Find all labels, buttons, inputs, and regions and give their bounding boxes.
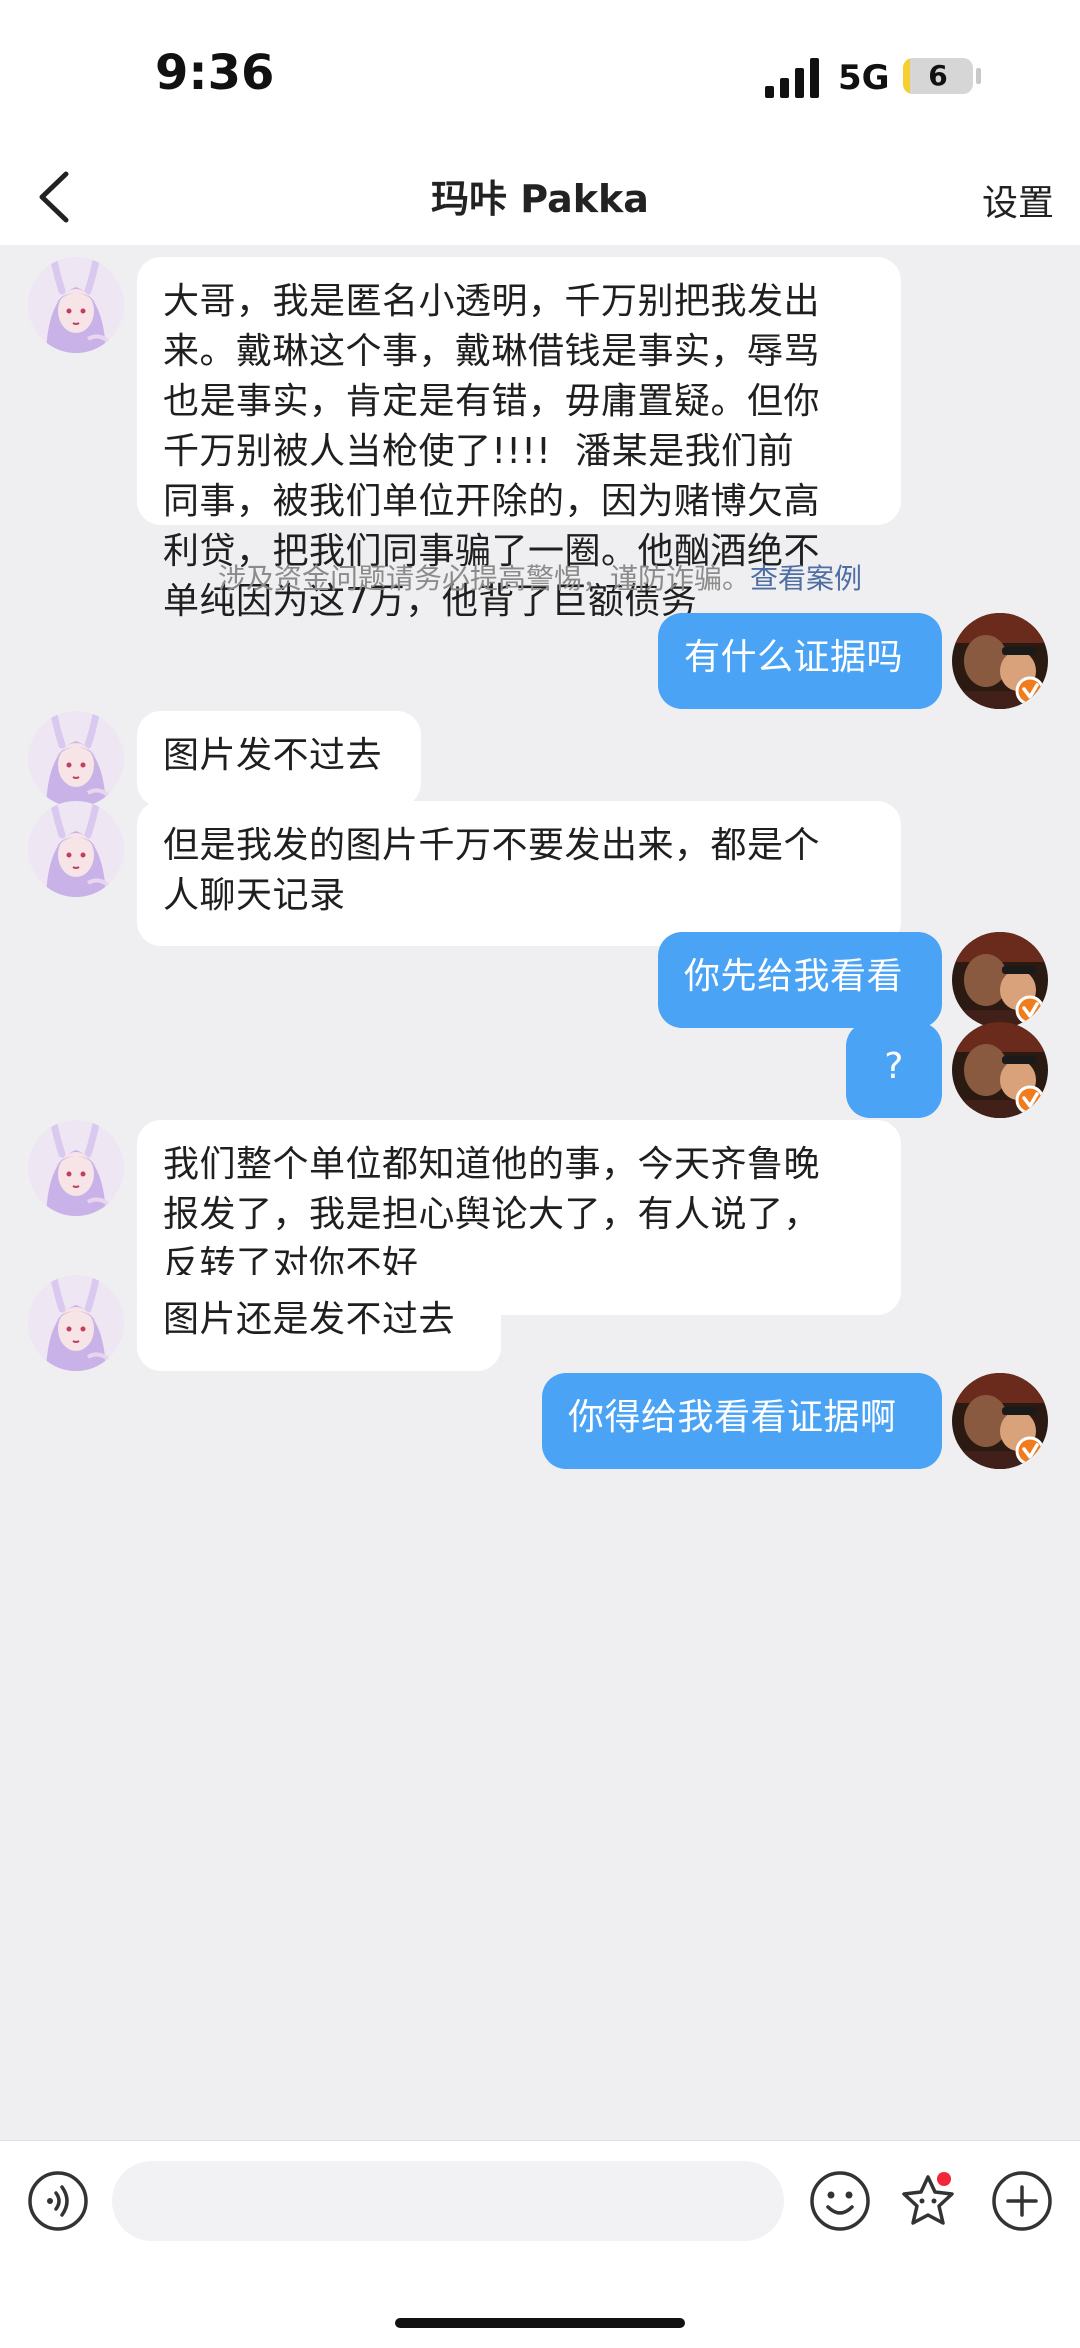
message-bubble[interactable]: 但是我发的图片千万不要发出来，都是个 人聊天记录: [137, 801, 901, 946]
fraud-warning-notice: 涉及资金问题请务必提高警惕，谨防诈骗。查看案例: [0, 557, 1080, 597]
emoji-icon[interactable]: [808, 2169, 872, 2233]
message-bubble[interactable]: ?: [846, 1022, 942, 1118]
status-bar: 9:36 5G 6: [0, 0, 1080, 150]
plus-icon[interactable]: [990, 2169, 1054, 2233]
message-bubble[interactable]: 图片还是发不过去: [137, 1275, 501, 1371]
home-indicator: [395, 2318, 685, 2328]
contact-avatar[interactable]: [28, 801, 124, 897]
message-bubble[interactable]: 有什么证据吗: [658, 613, 942, 709]
view-cases-link[interactable]: 查看案例: [750, 562, 862, 595]
network-label: 5G: [838, 58, 890, 98]
self-avatar[interactable]: [952, 1373, 1048, 1469]
conversation-title: 玛咔 Pakka: [431, 177, 649, 221]
message-bubble[interactable]: 你先给我看看: [658, 932, 942, 1028]
sticker-icon[interactable]: [896, 2169, 960, 2233]
self-avatar[interactable]: [952, 932, 1048, 1028]
battery-level: 6: [928, 59, 948, 92]
contact-avatar[interactable]: [28, 1120, 124, 1216]
fraud-warning-text: 涉及资金问题请务必提高警惕，谨防诈骗。: [217, 562, 750, 595]
chat-area[interactable]: 5分钟前 大哥，我是匿名小透明，千万别把我发出 来。戴琳这个事，戴琳借钱是事实，…: [0, 245, 1080, 2140]
settings-button[interactable]: 设置: [982, 174, 1054, 226]
message-bubble[interactable]: 图片发不过去: [137, 711, 421, 807]
message-input[interactable]: [112, 2161, 784, 2241]
battery-tip: [976, 68, 981, 84]
input-bar: [0, 2140, 1080, 2348]
battery-icon: 6: [903, 58, 973, 94]
contact-avatar[interactable]: [28, 1275, 124, 1371]
nav-bar: 玛咔 Pakka 设置: [0, 150, 1080, 245]
self-avatar[interactable]: [952, 613, 1048, 709]
signal-icon: [765, 58, 819, 98]
self-avatar[interactable]: [952, 1022, 1048, 1118]
voice-icon[interactable]: [26, 2169, 90, 2233]
contact-avatar[interactable]: [28, 257, 124, 353]
message-bubble[interactable]: 大哥，我是匿名小透明，千万别把我发出 来。戴琳这个事，戴琳借钱是事实，辱骂 也是…: [137, 257, 901, 622]
status-time: 9:36: [155, 45, 275, 101]
message-bubble[interactable]: 你得给我看看证据啊: [542, 1373, 942, 1469]
contact-avatar[interactable]: [28, 711, 124, 807]
